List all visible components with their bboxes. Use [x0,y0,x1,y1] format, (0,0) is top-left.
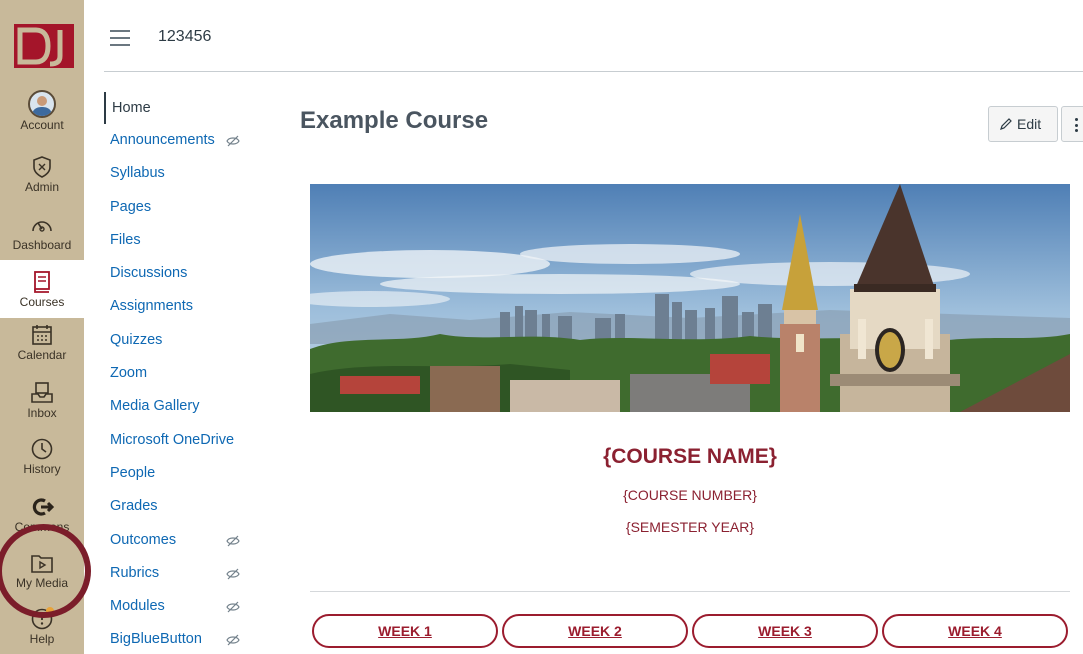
help-icon [31,607,54,630]
content-divider [310,591,1070,592]
course-header: 123456 [84,0,1083,72]
edit-button[interactable]: Edit [988,106,1058,142]
global-nav-courses[interactable]: Courses [0,260,84,318]
week-1-button[interactable]: WEEK 1 [312,614,498,648]
course-banner-image [310,184,1070,412]
course-nav-syllabus[interactable]: Syllabus [104,157,254,190]
course-nav-discussions[interactable]: Discussions [104,257,254,290]
global-nav-inbox[interactable]: Inbox [0,380,84,436]
course-nav-zoom[interactable]: Zoom [104,357,254,390]
book-icon [34,271,50,293]
course-nav-label: Rubrics [110,564,160,581]
global-nav-commons[interactable]: Commons [0,494,84,550]
global-nav-admin[interactable]: Admin [0,154,84,210]
global-nav-calendar[interactable]: Calendar [0,322,84,378]
page-title: Example Course [300,107,489,134]
university-logo[interactable] [14,22,74,70]
global-nav-label: My Media [15,576,68,590]
course-nav-label: Outcomes [110,531,177,548]
course-name-heading: {COURSE NAME} [603,445,777,468]
course-nav-assignments[interactable]: Assignments [104,290,254,323]
week-3-button[interactable]: WEEK 3 [692,614,878,648]
breadcrumb[interactable]: 123456 [158,28,211,46]
course-nav-pages[interactable]: Pages [104,191,254,224]
global-nav-label: Calendar [17,348,67,362]
edit-button-label: Edit [1017,116,1042,132]
header-divider [104,71,1083,72]
course-navigation: Home Announcements Syllabus Pages Files … [104,92,254,654]
account-avatar-icon [28,90,56,118]
week-buttons: WEEK 1 WEEK 2 WEEK 3 WEEK 4 [312,614,1072,650]
pencil-icon [1000,118,1012,130]
course-nav-label: BigBlueButton [110,631,202,648]
course-nav-grades[interactable]: Grades [104,490,254,523]
commons-arrow-icon [32,498,55,516]
shield-icon [33,156,51,178]
course-nav-media-gallery[interactable]: Media Gallery [104,390,254,423]
global-nav-label: Account [20,118,64,132]
course-nav-files[interactable]: Files [104,224,254,257]
course-nav-outcomes[interactable]: Outcomes [104,524,254,557]
hamburger-menu-icon[interactable] [110,30,130,46]
more-options-button[interactable] [1061,106,1083,142]
global-nav-label: Inbox [27,406,57,420]
course-nav-bigbluebutton[interactable]: BigBlueButton [104,623,254,654]
course-nav-people[interactable]: People [104,457,254,490]
course-nav-label: Announcements [110,132,215,148]
speedometer-icon [32,221,52,232]
course-nav-home[interactable]: Home [104,92,254,124]
global-nav-history[interactable]: History [0,436,84,492]
global-nav-label: Commons [14,520,70,534]
global-nav-label: Dashboard [12,238,72,252]
global-nav-label: Help [29,632,55,646]
global-nav-account[interactable]: Account [0,90,84,146]
course-nav-label: Modules [110,598,165,615]
course-nav-announcements[interactable]: Announcements [104,124,254,157]
course-nav-quizzes[interactable]: Quizzes [104,324,254,357]
week-4-button[interactable]: WEEK 4 [882,614,1068,648]
global-navigation: Account Admin Dashboard Courses Calendar… [0,0,84,654]
course-nav-microsoft-onedrive[interactable]: Microsoft OneDrive [104,424,254,457]
semester-year-text: {SEMESTER YEAR} [625,519,755,535]
course-nav-modules[interactable]: Modules [104,590,254,623]
inbox-icon [31,382,53,403]
clock-icon [31,438,53,460]
global-nav-my-media[interactable]: My Media [0,550,84,606]
course-nav-rubrics[interactable]: Rubrics [104,557,254,590]
course-number-text: {COURSE NUMBER} [623,487,757,503]
calendar-icon [32,325,52,345]
global-nav-label: Admin [24,180,59,194]
global-nav-label: Courses [19,295,65,309]
week-2-button[interactable]: WEEK 2 [502,614,688,648]
global-nav-label: History [23,462,61,476]
media-folder-icon [31,555,53,573]
global-nav-help[interactable]: Help [0,606,84,654]
